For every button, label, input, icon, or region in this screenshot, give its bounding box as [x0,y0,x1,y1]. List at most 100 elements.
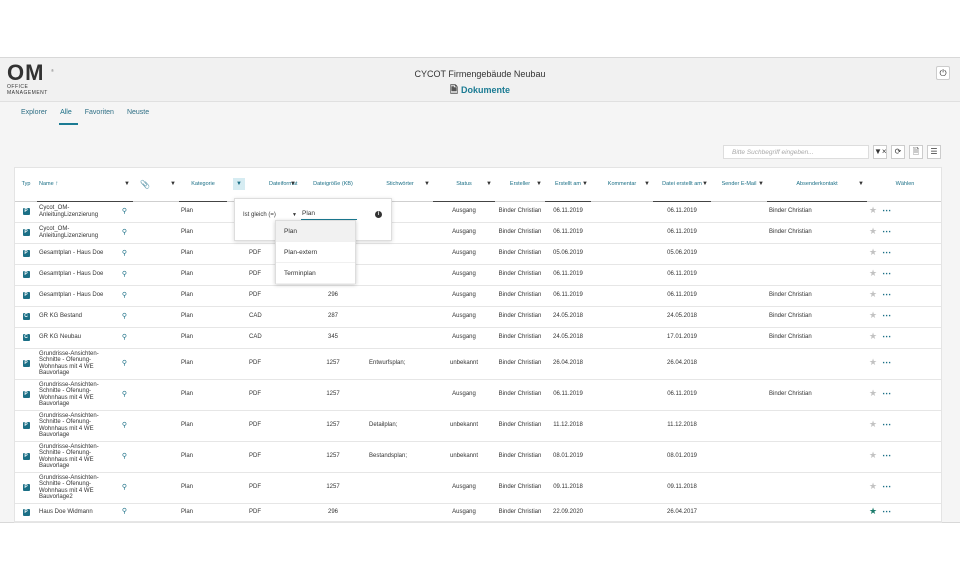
preview-search-icon[interactable]: ⚲ [122,360,127,367]
filter-icon[interactable]: ▼ [290,181,296,187]
info-icon[interactable]: i [375,211,382,218]
more-options-icon[interactable]: ⋯ [882,205,892,215]
col-typ[interactable]: Typ [15,168,37,202]
preview-search-icon[interactable]: ⚲ [122,229,127,236]
table-row[interactable]: C GR KG Bestand ⚲ Plan CAD 287 Ausgang Binder C… [15,306,941,328]
table-row[interactable]: P Cycot_OM-AnleitungLizenzierung ⚲ Plan Ausg… [15,201,941,223]
col-kategorie[interactable]: Kategorie [179,168,227,202]
document-name[interactable]: Gesamtplan - Haus Doe [39,292,103,298]
preview-search-icon[interactable]: ⚲ [122,484,127,491]
filter-operator-select[interactable]: Ist gleich (=) [243,212,276,218]
filter-icon[interactable]: ▼ [758,181,764,187]
document-name[interactable]: Haus Doe Widmann [39,509,93,515]
more-options-icon[interactable]: ⋯ [882,450,892,460]
document-name[interactable]: Gesamtplan - Haus Doe [39,271,103,277]
favorite-star-icon[interactable]: ★ [869,289,877,299]
tab-explorer[interactable]: Explorer [20,108,53,125]
favorite-star-icon[interactable]: ★ [869,247,877,257]
filter-icon[interactable]: ▼ [486,181,492,187]
favorite-star-icon[interactable]: ★ [869,310,877,320]
table-row[interactable]: C GR KG Neubau ⚲ Plan CAD 345 Ausgang Binder Ch… [15,327,941,349]
suggestion-item[interactable]: Terminplan [276,263,355,284]
table-row[interactable]: P Grundrisse-Ansichten-Schnitte - Ofenung… [15,410,941,442]
filter-icon[interactable]: ▼ [424,181,430,187]
table-row[interactable]: P Gesamtplan - Haus Doe ⚲ Plan PDF Ausgang Bin… [15,264,941,286]
new-document-button[interactable]: 🗎 [909,145,923,159]
col-datei-erstellt-am[interactable]: Datei erstellt am ▼ [653,168,711,202]
favorite-star-icon[interactable]: ★ [869,481,877,491]
document-name[interactable]: Grundrisse-Ansichten-Schnitte - Ofenung-… [39,475,99,501]
filter-icon[interactable]: ▼ [536,181,542,187]
tab-neuste[interactable]: Neuste [126,108,155,125]
more-options-icon[interactable]: ⋯ [882,357,892,367]
more-options-icon[interactable]: ⋯ [882,226,892,236]
more-options-icon[interactable]: ⋯ [882,419,892,429]
more-options-icon[interactable]: ⋯ [882,247,892,257]
chevron-down-icon[interactable]: ▼ [292,212,297,218]
col-kommentar[interactable]: Kommentar ▼ [591,168,653,202]
col-kategorie-filter[interactable]: ▼ Dateiformat ▼ [227,168,299,202]
favorite-star-icon[interactable]: ★ [869,226,877,236]
preview-search-icon[interactable]: ⚲ [122,313,127,320]
filter-icon[interactable]: ▼ [582,181,588,187]
search-input[interactable]: Bitte Suchbegriff eingeben... [723,145,869,159]
more-options-icon[interactable]: ⋯ [882,506,892,516]
tab-alle[interactable]: Alle [59,108,78,125]
more-options-icon[interactable]: ⋯ [882,268,892,278]
preview-search-icon[interactable]: ⚲ [122,208,127,215]
table-row[interactable]: P Cycot_OM-AnleitungLizenzierung ⚲ Plan Ausg… [15,222,941,244]
filter-icon[interactable]: ▼ [702,181,708,187]
favorite-star-icon[interactable]: ★ [869,268,877,278]
document-name[interactable]: Grundrisse-Ansichten-Schnitte - Ofenung-… [39,382,99,408]
filter-icon[interactable]: ▼ [124,181,130,187]
preview-search-icon[interactable]: ⚲ [122,334,127,341]
favorite-star-icon[interactable]: ★ [869,419,877,429]
col-sender-email[interactable]: Sender E-Mail ▼ [711,168,767,202]
favorite-star-icon[interactable]: ★ [869,205,877,215]
suggestion-item[interactable]: Plan [276,221,355,242]
preview-search-icon[interactable]: ⚲ [122,453,127,460]
document-name[interactable]: Gesamtplan - Haus Doe [39,250,103,256]
col-dateigroesse[interactable]: Dateigröße (KB) [299,168,367,202]
col-name[interactable]: Name ↑ ▼ [37,168,133,202]
more-options-icon[interactable]: ⋯ [882,289,892,299]
clear-filter-button[interactable]: ▼× [873,145,887,159]
preview-search-icon[interactable]: ⚲ [122,271,127,278]
favorite-star-icon[interactable]: ★ [869,388,877,398]
favorite-star-icon[interactable]: ★ [869,450,877,460]
preview-search-icon[interactable]: ⚲ [122,292,127,299]
tab-favoriten[interactable]: Favoriten [84,108,120,125]
table-row[interactable]: P Grundrisse-Ansichten-Schnitte - Ofenung… [15,472,941,504]
document-name[interactable]: Grundrisse-Ansichten-Schnitte - Ofenung-… [39,413,99,439]
more-options-icon[interactable]: ⋯ [882,331,892,341]
col-absenderkontakt[interactable]: Absenderkontakt ▼ [767,168,867,202]
document-name[interactable]: GR KG Bestand [39,313,82,319]
table-row[interactable]: P Grundrisse-Ansichten-Schnitte - Ofenung… [15,379,941,411]
favorite-star-icon[interactable]: ★ [869,331,877,341]
refresh-button[interactable]: ⟳ [891,145,905,159]
columns-button[interactable]: ☰ [927,145,941,159]
col-stichwoerter[interactable]: Stichwörter ▼ [367,168,433,202]
col-attachment[interactable]: 📎 [133,168,157,202]
document-name[interactable]: GR KG Neubau [39,334,81,340]
col-ersteller[interactable]: Ersteller ▼ [495,168,545,202]
document-name[interactable]: Cycot_OM-AnleitungLizenzierung [39,226,98,239]
preview-search-icon[interactable]: ⚲ [122,391,127,398]
preview-search-icon[interactable]: ⚲ [122,508,127,516]
document-name[interactable]: Cycot_OM-AnleitungLizenzierung [39,205,98,218]
more-options-icon[interactable]: ⋯ [882,481,892,491]
table-row[interactable]: P Gesamtplan - Haus Doe ⚲ Plan PDF Ausgang Bin… [15,243,941,265]
document-name[interactable]: Grundrisse-Ansichten-Schnitte - Ofenung-… [39,351,99,377]
suggestion-item[interactable]: Plan-extern [276,242,355,263]
col-attachment-filter[interactable]: ▼ [157,168,179,202]
table-row[interactable]: P Grundrisse-Ansichten-Schnitte - Ofenung… [15,441,941,473]
preview-search-icon[interactable]: ⚲ [122,422,127,429]
favorite-star-icon[interactable]: ★ [869,506,877,516]
preview-search-icon[interactable]: ⚲ [122,250,127,257]
col-erstellt-am[interactable]: Erstellt am ▼ [545,168,591,202]
favorite-star-icon[interactable]: ★ [869,357,877,367]
filter-icon[interactable]: ▼ [858,181,864,187]
table-row[interactable]: P Gesamtplan - Haus Doe ⚲ Plan PDF 296 Ausgang… [15,285,941,307]
table-row[interactable]: P Haus Doe Widmann ⚲ Plan PDF 296 Ausgang Binde… [15,503,941,522]
col-status[interactable]: Status ▼ [433,168,495,202]
